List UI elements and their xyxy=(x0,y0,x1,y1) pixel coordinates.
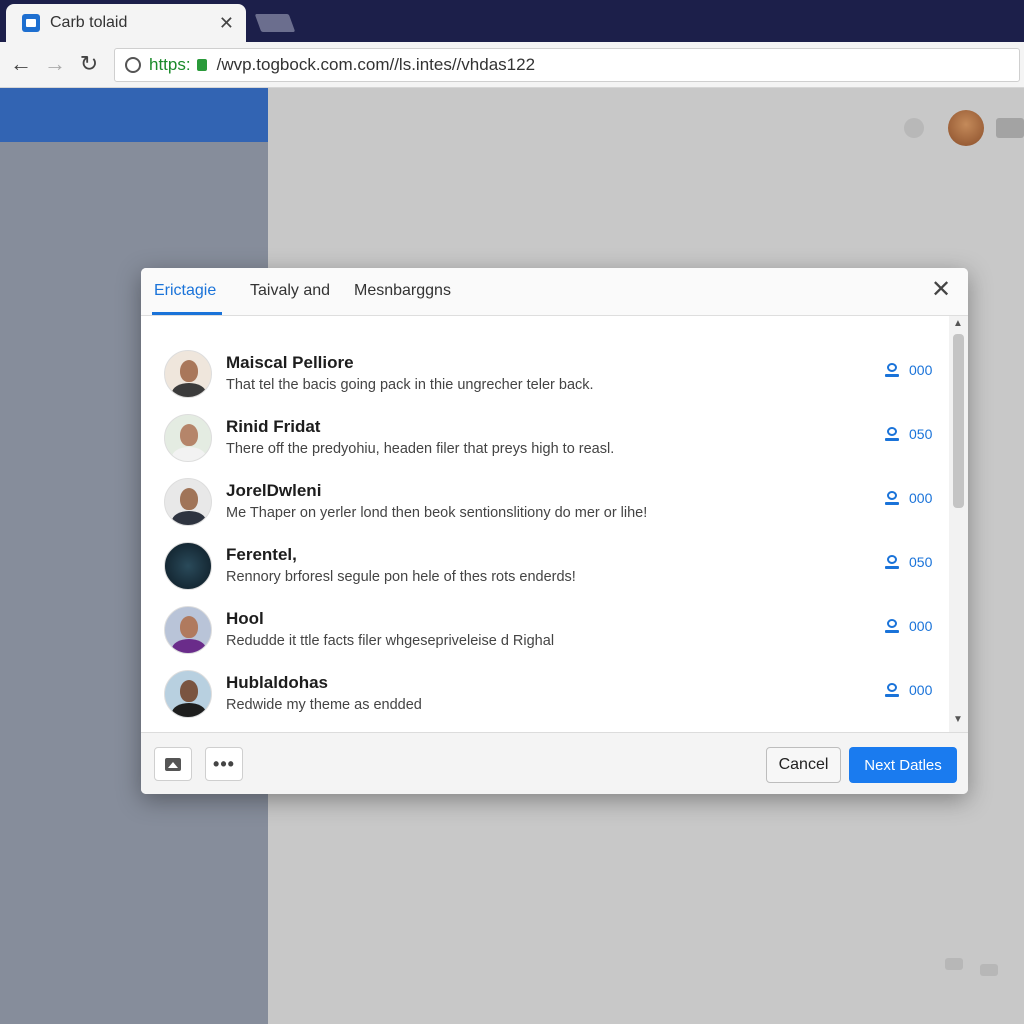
dialog-footer: ••• Cancel Next Datles xyxy=(141,732,968,794)
count-value: 000 xyxy=(909,362,933,378)
tab-mesnbarggns[interactable]: Mesnbarggns xyxy=(354,282,451,300)
scroll-thumb[interactable] xyxy=(953,334,964,508)
member-count[interactable]: 000 xyxy=(885,682,932,698)
url-scheme: https: xyxy=(149,55,191,74)
count-value: 000 xyxy=(909,490,933,506)
reload-icon[interactable]: ↻ xyxy=(76,51,102,77)
close-icon[interactable]: ✕ xyxy=(931,278,951,302)
sidebar-header xyxy=(0,88,268,142)
browser-tab-bar: Carb tolaid ✕ xyxy=(0,0,1024,42)
user-icon xyxy=(904,118,924,138)
member-count[interactable]: 000 xyxy=(885,618,932,634)
avatar xyxy=(164,478,212,526)
contact-name: Rinid Fridat xyxy=(226,417,321,436)
profile-name-blur xyxy=(996,118,1024,138)
profile-avatar xyxy=(948,110,984,146)
person-icon xyxy=(885,554,899,570)
person-icon xyxy=(885,362,899,378)
contact-snippet: There off the predyohiu, headen filer th… xyxy=(226,441,615,457)
next-button[interactable]: Next Datles xyxy=(849,747,957,783)
faint-icon xyxy=(945,958,963,970)
image-icon xyxy=(165,757,181,771)
contact-snippet: Redwide my theme as endded xyxy=(226,697,422,713)
tab-erictagie[interactable]: Erictagie xyxy=(154,282,216,300)
count-value: 000 xyxy=(909,682,933,698)
new-tab-button[interactable] xyxy=(254,14,296,32)
url-text: /wvp.togbock.com.com//ls.intes//vhdas122 xyxy=(216,55,536,74)
list-item[interactable]: Maiscal Pelliore That tel the bacis goin… xyxy=(141,340,949,404)
avatar xyxy=(164,350,212,398)
cancel-button[interactable]: Cancel xyxy=(766,747,841,783)
list-item[interactable]: Hublaldohas Redwide my theme as endded 0… xyxy=(141,660,949,724)
active-tab-indicator xyxy=(152,312,222,315)
tab-close-icon[interactable]: ✕ xyxy=(219,13,234,34)
count-value: 000 xyxy=(909,618,933,634)
person-icon xyxy=(885,618,899,634)
lock-icon xyxy=(196,59,207,71)
count-value: 050 xyxy=(909,426,933,442)
list-item[interactable]: JorelDwleni Me Thaper on yerler lond the… xyxy=(141,468,949,532)
faint-icon xyxy=(980,964,998,976)
dialog-header: Erictagie Taivaly and Mesnbarggns ✕ xyxy=(141,268,968,316)
forward-arrow-icon[interactable]: → xyxy=(42,51,68,77)
person-icon xyxy=(885,682,899,698)
member-count[interactable]: 050 xyxy=(885,426,932,442)
site-favicon-icon xyxy=(22,14,40,32)
browser-toolbar: ← → ↻ https: /wvp.togbock.com.com//ls.in… xyxy=(0,42,1024,88)
avatar xyxy=(164,606,212,654)
contact-snippet: That tel the bacis going pack in thie un… xyxy=(226,377,594,393)
contacts-dialog: Erictagie Taivaly and Mesnbarggns ✕ Mais… xyxy=(141,268,968,794)
contact-name: Maiscal Pelliore xyxy=(226,353,354,372)
list-item[interactable]: Rinid Fridat There off the predyohiu, he… xyxy=(141,404,949,468)
person-icon xyxy=(885,490,899,506)
contact-snippet: Me Thaper on yerler lond then beok senti… xyxy=(226,505,648,521)
back-arrow-icon[interactable]: ← xyxy=(8,51,34,77)
insert-image-button[interactable] xyxy=(154,747,192,781)
chevron-up-icon[interactable]: ▲ xyxy=(953,318,963,329)
member-count[interactable]: 000 xyxy=(885,490,932,506)
member-count[interactable]: 050 xyxy=(885,554,932,570)
contact-name: Ferentel, xyxy=(226,545,297,564)
more-options-button[interactable]: ••• xyxy=(205,747,243,781)
count-value: 050 xyxy=(909,554,933,570)
contact-snippet: Redudde it ttle facts filer whgeseprivel… xyxy=(226,633,555,649)
browser-tab[interactable]: Carb tolaid ✕ xyxy=(6,4,246,42)
tab-title: Carb tolaid xyxy=(50,14,128,31)
list-scrollbar[interactable]: ▲ ▼ xyxy=(949,316,968,732)
site-info-icon[interactable] xyxy=(125,57,141,73)
contact-name: Hublaldohas xyxy=(226,673,329,692)
list-item[interactable]: Ferentel, Rennory brforesl segule pon he… xyxy=(141,532,949,596)
contact-snippet: Rennory brforesl segule pon hele of thes… xyxy=(226,569,576,585)
list-item[interactable]: Hool Redudde it ttle facts filer whgesep… xyxy=(141,596,949,660)
member-count[interactable]: 000 xyxy=(885,362,932,378)
tab-taivaly[interactable]: Taivaly and xyxy=(250,282,330,300)
contact-name: Hool xyxy=(226,609,264,628)
person-icon xyxy=(885,426,899,442)
avatar xyxy=(164,414,212,462)
chevron-down-icon[interactable]: ▼ xyxy=(953,714,963,725)
contact-name: JorelDwleni xyxy=(226,481,322,500)
avatar xyxy=(164,542,212,590)
contact-list: Maiscal Pelliore That tel the bacis goin… xyxy=(141,316,949,732)
address-bar[interactable]: https: /wvp.togbock.com.com//ls.intes//v… xyxy=(114,48,1020,82)
avatar xyxy=(164,670,212,718)
